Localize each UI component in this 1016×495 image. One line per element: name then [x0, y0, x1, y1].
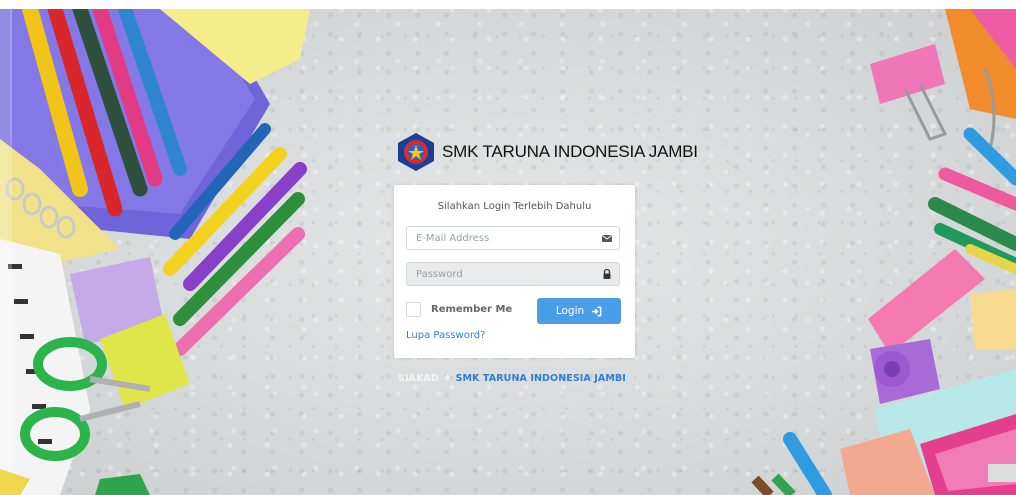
lock-icon: [603, 268, 611, 279]
brand-header: SMK TARUNA INDONESIA JAMBI: [396, 128, 698, 176]
background-scene: SMK TARUNA INDONESIA JAMBI Silahkan Logi…: [0, 0, 1016, 495]
stationery-left-illustration: [0, 9, 310, 495]
remember-label: Remember Me: [431, 304, 513, 315]
remember-checkbox[interactable]: [406, 302, 421, 317]
school-name: SMK TARUNA INDONESIA JAMBI: [442, 142, 698, 161]
password-input[interactable]: [407, 263, 593, 285]
login-button[interactable]: Login: [537, 298, 621, 324]
envelope-icon: [602, 235, 612, 242]
top-strip: [0, 0, 1016, 9]
footer-school-link[interactable]: SMK TARUNA INDONESIA JAMBI: [456, 373, 626, 384]
footer: SIAKAD ♦ SMK TARUNA INDONESIA JAMBI: [398, 373, 626, 384]
sign-in-icon: [592, 306, 602, 316]
login-button-label: Login: [555, 305, 585, 317]
stationery-right-illustration: [751, 9, 1016, 495]
password-field-wrapper: [406, 262, 620, 286]
email-input[interactable]: [407, 227, 593, 249]
remember-me[interactable]: Remember Me: [406, 302, 512, 317]
email-field-wrapper: [406, 226, 620, 250]
footer-separator: ♦: [442, 373, 452, 384]
login-subtitle: Silahkan Login Terlebih Dahulu: [437, 201, 592, 212]
school-emblem-icon: [398, 133, 434, 171]
forgot-password-link[interactable]: Lupa Password?: [406, 330, 485, 341]
footer-app-name: SIAKAD: [398, 373, 439, 384]
login-card: Silahkan Login Terlebih Dahulu Remember …: [394, 185, 635, 358]
